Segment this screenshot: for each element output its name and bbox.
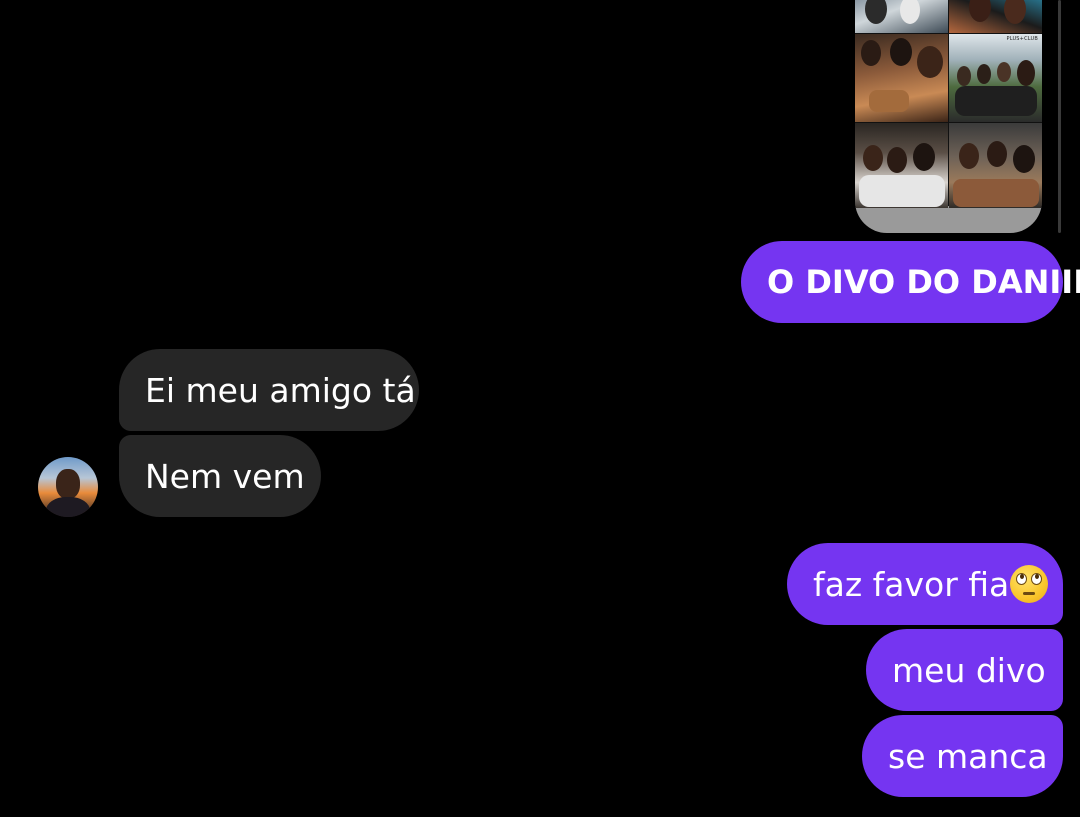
collage-photo: [949, 0, 1042, 33]
avatar-face: [56, 469, 80, 499]
collage-photo: [855, 0, 948, 33]
collage-photo: PLUS+CLUB: [949, 34, 1042, 122]
photo-collage: PLUS+CLUB: [855, 0, 1042, 208]
message-text: Nem vem: [145, 456, 305, 496]
message-text: se manca: [888, 736, 1048, 776]
collage-photo: [855, 34, 948, 122]
avatar-body: [46, 497, 90, 517]
message-bubble-incoming[interactable]: Nem vem: [119, 435, 321, 517]
message-bubble-outgoing[interactable]: O DIVO DO DANIII: [741, 241, 1080, 323]
message-bubble-incoming[interactable]: Ei meu amigo tá: [119, 349, 419, 431]
collage-photo: [855, 123, 948, 208]
message-text: Ei meu amigo tá: [145, 370, 416, 410]
collage-photo: [949, 123, 1042, 208]
message-bubble-outgoing[interactable]: meu divo: [866, 629, 1063, 711]
rolling-eyes-emoji-icon: [1010, 565, 1049, 603]
scrollbar[interactable]: [1058, 0, 1061, 233]
chat-thread: PLUS+CLUB O DIVO DO DANIII Ei meu amigo …: [0, 0, 1080, 817]
shared-photo-post[interactable]: PLUS+CLUB: [855, 0, 1042, 233]
message-text: O DIVO DO DANIII: [767, 263, 1080, 301]
message-bubble-outgoing[interactable]: faz favor fia: [787, 543, 1063, 625]
photo-watermark: PLUS+CLUB: [1006, 36, 1038, 42]
message-text: meu divo: [892, 650, 1046, 690]
contact-avatar[interactable]: [38, 457, 98, 517]
message-bubble-outgoing[interactable]: se manca: [862, 715, 1063, 797]
message-text: faz favor fia: [813, 564, 1010, 604]
